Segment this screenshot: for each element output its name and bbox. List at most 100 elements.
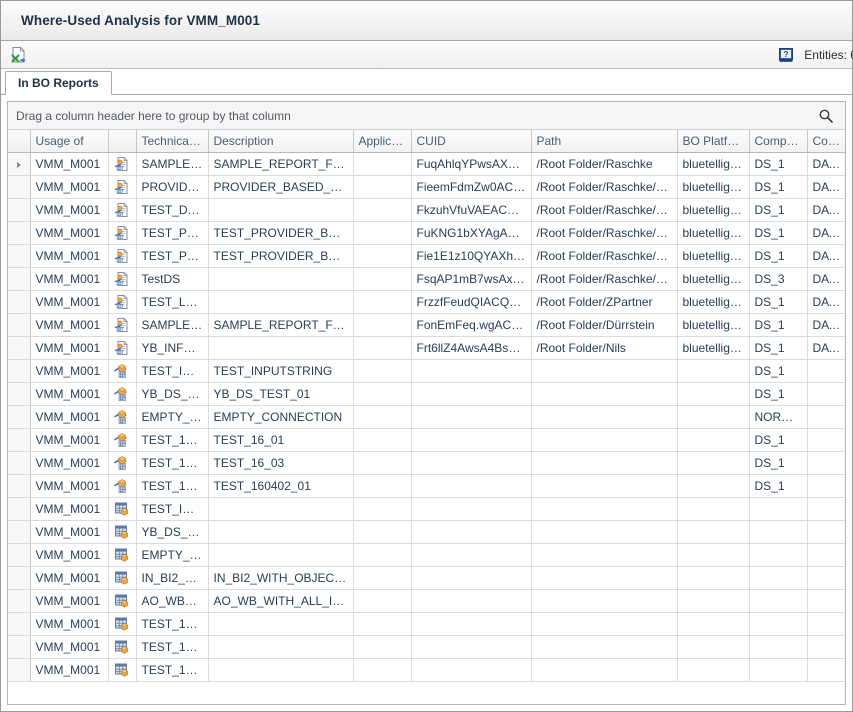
- table-row[interactable]: VMM_M001TEST_1604...: [8, 658, 845, 681]
- row-indicator[interactable]: [8, 589, 30, 612]
- cell-component_1: DS_1: [749, 451, 807, 474]
- column-header-component_2[interactable]: Compo...: [807, 130, 845, 152]
- table-row[interactable]: VMM_M001EMPTY_CO...: [8, 543, 845, 566]
- cell-technical_name: TestDS: [136, 267, 208, 290]
- row-indicator[interactable]: [8, 221, 30, 244]
- table-row[interactable]: VMM_M001TestDSFsqAP1mB7wsAxl4A.../Root F…: [8, 267, 845, 290]
- row-indicator[interactable]: [8, 635, 30, 658]
- column-header-technical_name[interactable]: Technical n...: [136, 130, 208, 152]
- tab-in-bo-reports[interactable]: In BO Reports: [5, 71, 112, 95]
- row-indicator[interactable]: [8, 313, 30, 336]
- table-row[interactable]: VMM_M001TEST_16_01TEST_16_01DS_1: [8, 428, 845, 451]
- table-row[interactable]: VMM_M001IN_BI2_WI...IN_BI2_WITH_OBJECT_F…: [8, 566, 845, 589]
- cell-application: [353, 520, 411, 543]
- data-source-icon: [114, 616, 130, 632]
- table-row[interactable]: VMM_M001TEST_LOC...FrzzfFeudQIACQUA.../R…: [8, 290, 845, 313]
- table-row[interactable]: VMM_M001TEST_PRO...TEST_PROVIDER_BASEDFu…: [8, 221, 845, 244]
- column-header-path[interactable]: Path: [531, 130, 677, 152]
- cell-path: /Root Folder/Raschke/Task...: [531, 267, 677, 290]
- cell-usage_of: VMM_M001: [30, 175, 108, 198]
- table-row[interactable]: VMM_M001YB_DS_TE...: [8, 520, 845, 543]
- cell-application: [353, 152, 411, 175]
- row-indicator[interactable]: [8, 382, 30, 405]
- column-header-cuid[interactable]: CUID: [411, 130, 531, 152]
- cell-cuid: [411, 359, 531, 382]
- cell-technical_name: PROVIDER...: [136, 175, 208, 198]
- cell-component_2: DATA...: [807, 198, 845, 221]
- cell-bo_platform: [677, 405, 749, 428]
- table-row[interactable]: VMM_M001TEST_DES...FkzuhVfuVAEACQUA.../R…: [8, 198, 845, 221]
- table-row[interactable]: VMM_M001TEST_16_01: [8, 612, 845, 635]
- cell-application: [353, 474, 411, 497]
- cell-description: TEST_16_03: [208, 451, 353, 474]
- table-row[interactable]: VMM_M001TEST_PRO...TEST_PROVIDER_BASEDFi…: [8, 244, 845, 267]
- table-row[interactable]: VMM_M001TEST_16_03: [8, 635, 845, 658]
- cell-application: [353, 428, 411, 451]
- cell-path: /Root Folder/Raschke/Desi...: [531, 221, 677, 244]
- table-row[interactable]: VMM_M001YB_INFOP...Frt6llZ4AwsA4BsAAA...…: [8, 336, 845, 359]
- table-row[interactable]: VMM_M001EMPTY_CO...EMPTY_CONNECTIONNORMA…: [8, 405, 845, 428]
- table-row[interactable]: VMM_M001YB_DS_TE...YB_DS_TEST_01DS_1: [8, 382, 845, 405]
- column-header-description[interactable]: Description: [208, 130, 353, 152]
- help-button[interactable]: ?: [774, 43, 798, 67]
- row-indicator[interactable]: [8, 244, 30, 267]
- cell-path: [531, 382, 677, 405]
- row-indicator[interactable]: [8, 428, 30, 451]
- table-row[interactable]: VMM_M001SAMPLE_R...SAMPLE_REPORT_FOR_T..…: [8, 313, 845, 336]
- cell-description: TEST_INPUTSTRING: [208, 359, 353, 382]
- row-indicator[interactable]: [8, 405, 30, 428]
- cell-technical_name: TEST_INPU...: [136, 497, 208, 520]
- cell-cuid: FuqAhlqYPwsAXyQA...: [411, 152, 531, 175]
- cell-usage_of: VMM_M001: [30, 612, 108, 635]
- table-row[interactable]: VMM_M001TEST_INPU...TEST_INPUTSTRINGDS_1: [8, 359, 845, 382]
- cell-component_1: DS_1: [749, 152, 807, 175]
- export-to-excel-button[interactable]: [7, 43, 31, 67]
- cell-usage_of: VMM_M001: [30, 520, 108, 543]
- column-header-usage_of[interactable]: Usage of: [30, 130, 108, 152]
- row-indicator[interactable]: [8, 198, 30, 221]
- row-indicator[interactable]: [8, 658, 30, 681]
- cell-component_2: [807, 658, 845, 681]
- cell-component_1: DS_1: [749, 175, 807, 198]
- cell-usage_of: VMM_M001: [30, 451, 108, 474]
- cell-component_2: [807, 405, 845, 428]
- cell-component_2: DATA...: [807, 244, 845, 267]
- column-header-component_1[interactable]: Compon...: [749, 130, 807, 152]
- table-row[interactable]: VMM_M001SAMPLE_R...SAMPLE_REPORT_FOR_T..…: [8, 152, 845, 175]
- cell-bo_platform: bluetelligen...: [677, 175, 749, 198]
- cell-bo_platform: bluetelligen...: [677, 336, 749, 359]
- row-indicator[interactable]: [8, 543, 30, 566]
- cell-bo_platform: [677, 658, 749, 681]
- row-indicator[interactable]: [8, 336, 30, 359]
- table-row[interactable]: VMM_M001PROVIDER...PROVIDER_BASED_FOR_..…: [8, 175, 845, 198]
- row-indicator[interactable]: [8, 451, 30, 474]
- table-row[interactable]: VMM_M001AO_WB_W...AO_WB_WITH_ALL_INROV: [8, 589, 845, 612]
- row-type-icon-cell: [108, 451, 136, 474]
- row-indicator[interactable]: [8, 175, 30, 198]
- table-scroll-area[interactable]: Usage of Technical n...DescriptionApplica…: [8, 130, 845, 704]
- table-row[interactable]: VMM_M001TEST_INPU...: [8, 497, 845, 520]
- group-by-hint: Drag a column header here to group by th…: [16, 109, 291, 123]
- group-by-panel[interactable]: Drag a column header here to group by th…: [8, 102, 845, 130]
- cell-cuid: [411, 451, 531, 474]
- row-indicator[interactable]: [8, 520, 30, 543]
- table-row[interactable]: VMM_M001TEST_16_03TEST_16_03DS_1: [8, 451, 845, 474]
- column-header-application[interactable]: Applicati...: [353, 130, 411, 152]
- search-button[interactable]: [813, 102, 839, 130]
- row-indicator[interactable]: [8, 359, 30, 382]
- table-row[interactable]: VMM_M001TEST_1604...TEST_160402_01DS_1: [8, 474, 845, 497]
- row-indicator[interactable]: [8, 290, 30, 313]
- column-header-bo_platform[interactable]: BO Platform: [677, 130, 749, 152]
- report-icon: [114, 156, 130, 172]
- cell-bo_platform: [677, 474, 749, 497]
- cell-bo_platform: [677, 589, 749, 612]
- data-source-icon: [114, 639, 130, 655]
- row-indicator[interactable]: [8, 497, 30, 520]
- cell-application: [353, 359, 411, 382]
- row-indicator[interactable]: [8, 566, 30, 589]
- row-indicator[interactable]: [8, 267, 30, 290]
- row-indicator[interactable]: [8, 612, 30, 635]
- row-indicator[interactable]: [8, 152, 30, 175]
- cell-bo_platform: [677, 543, 749, 566]
- row-indicator[interactable]: [8, 474, 30, 497]
